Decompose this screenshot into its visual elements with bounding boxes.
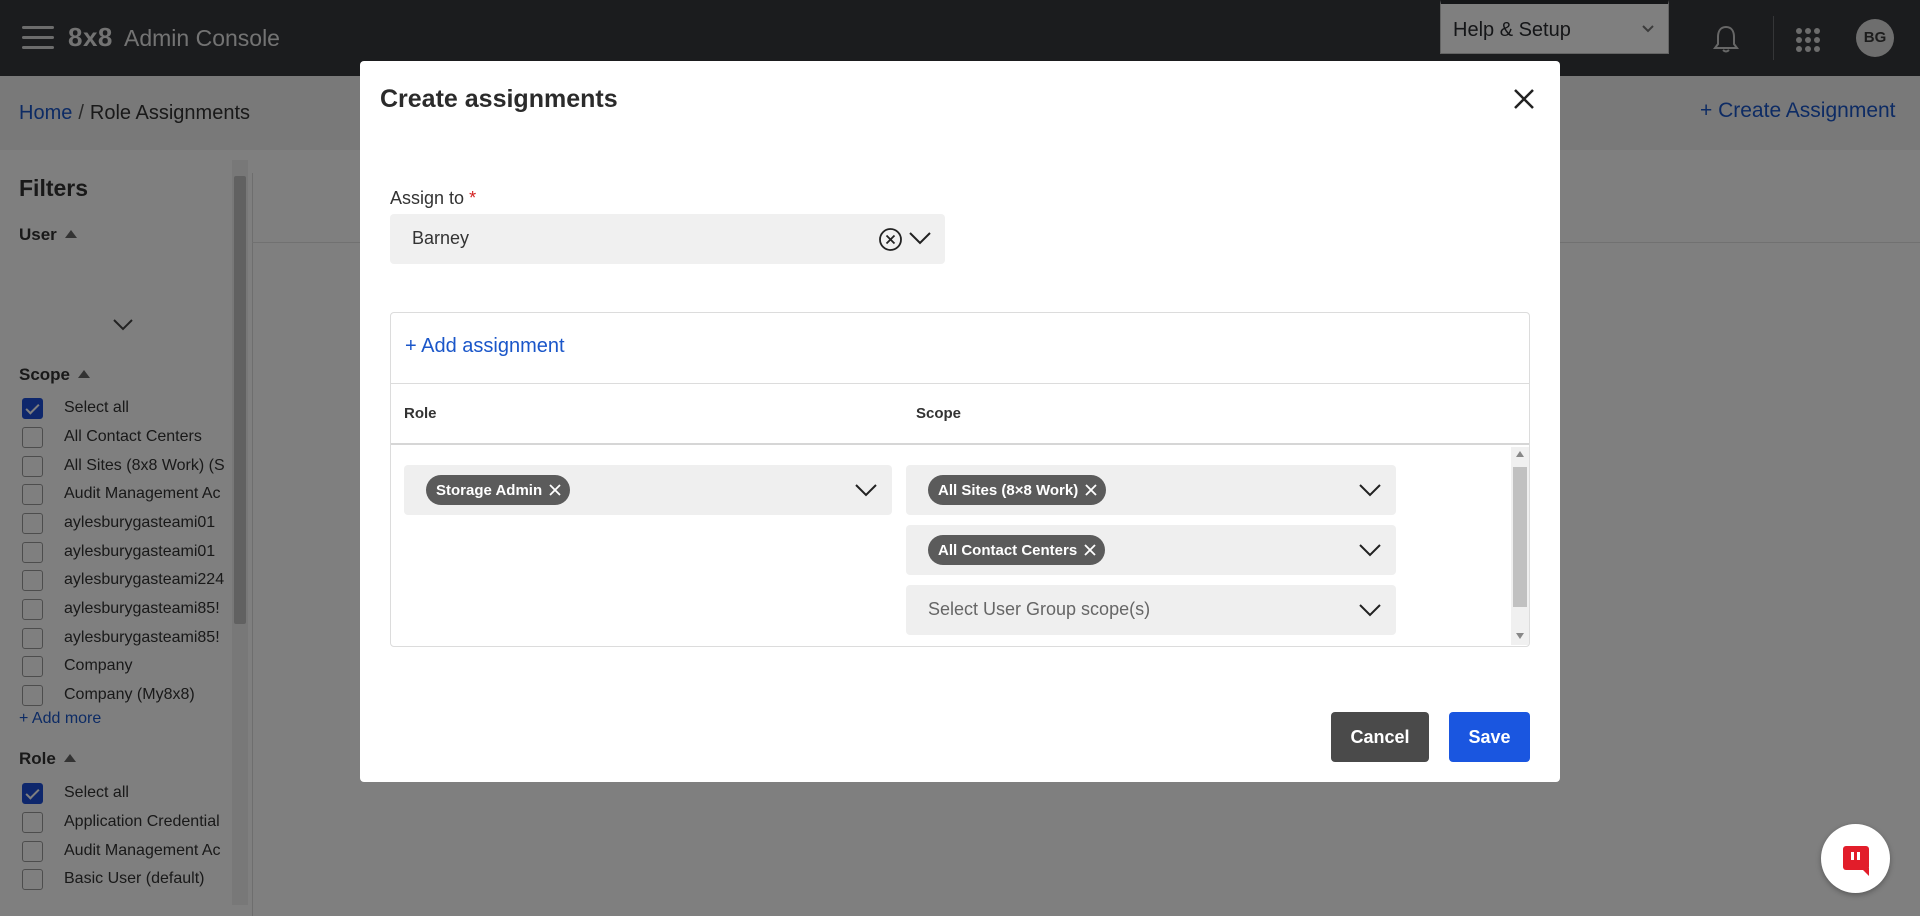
chevron-down-icon[interactable]	[1358, 601, 1382, 619]
assign-to-label-text: Assign to	[390, 188, 465, 208]
chat-support-button[interactable]	[1821, 824, 1890, 893]
scroll-down-arrow-icon[interactable]	[1516, 633, 1524, 639]
add-assignment-button[interactable]: + Add assignment	[405, 335, 565, 358]
dialog-title: Create assignments	[380, 85, 618, 113]
column-header-scope: Scope	[916, 405, 962, 422]
scope-chip: All Sites (8×8 Work)	[928, 475, 1107, 505]
assignments-scrollbar-thumb[interactable]	[1513, 467, 1527, 607]
assignments-scrollbar[interactable]	[1511, 447, 1529, 645]
cancel-button[interactable]: Cancel	[1331, 712, 1429, 762]
scope-select-sites[interactable]: All Sites (8×8 Work)	[906, 465, 1396, 515]
scope-select-user-groups[interactable]: Select User Group scope(s)	[906, 585, 1396, 635]
remove-chip-icon[interactable]	[1084, 483, 1098, 497]
chat-icon	[1843, 846, 1869, 870]
chevron-down-icon[interactable]	[1358, 541, 1382, 559]
assignment-row: Storage Admin All Sites (8×8 Work) All C…	[391, 447, 1529, 646]
remove-chip-icon[interactable]	[548, 483, 562, 497]
scope-chip: All Contact Centers	[928, 535, 1106, 565]
scope-select-contact-centers[interactable]: All Contact Centers	[906, 525, 1396, 575]
scope-chip-label: All Contact Centers	[938, 542, 1078, 559]
assignments-panel: + Add assignment Role Scope Storage Admi…	[390, 312, 1530, 647]
chevron-down-icon[interactable]	[1358, 481, 1382, 499]
create-assignments-dialog: Create assignments Assign to * Barney + …	[360, 61, 1560, 782]
chevron-down-icon[interactable]	[908, 229, 932, 247]
role-chip-label: Storage Admin	[436, 482, 543, 499]
assign-to-select[interactable]: Barney	[390, 214, 945, 264]
remove-chip-icon[interactable]	[1083, 543, 1097, 557]
close-icon[interactable]	[1510, 85, 1538, 113]
assignments-table-header: Role Scope	[391, 383, 1529, 445]
chevron-down-icon[interactable]	[854, 481, 878, 499]
assign-to-label: Assign to *	[390, 188, 476, 209]
column-header-role: Role	[404, 405, 437, 422]
scope-placeholder: Select User Group scope(s)	[928, 599, 1151, 619]
role-chip: Storage Admin	[426, 475, 571, 505]
save-button[interactable]: Save	[1449, 712, 1530, 762]
role-select[interactable]: Storage Admin	[404, 465, 892, 515]
scope-chip-label: All Sites (8×8 Work)	[938, 482, 1079, 499]
clear-circle-icon[interactable]	[878, 227, 903, 252]
assign-to-value: Barney	[412, 228, 470, 248]
scroll-up-arrow-icon[interactable]	[1516, 451, 1524, 457]
chat-icon-tail	[1861, 868, 1869, 876]
required-marker: *	[469, 188, 477, 208]
